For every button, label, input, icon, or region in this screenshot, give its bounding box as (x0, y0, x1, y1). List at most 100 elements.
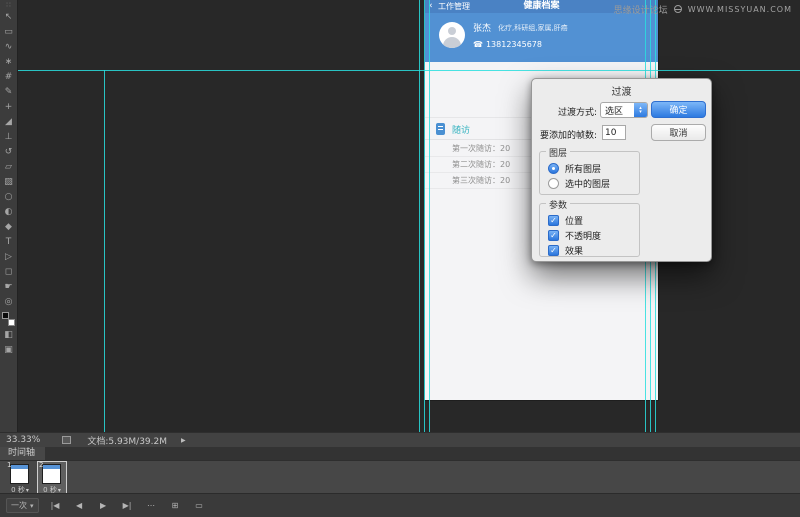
globe-icon (673, 5, 682, 13)
stamp-tool-icon[interactable]: ⊥ (1, 130, 17, 145)
frames-to-add-label: 要添加的帧数: (540, 131, 598, 141)
layers-group: 图层 所有图层 选中的图层 (539, 146, 640, 195)
animation-frame-1[interactable]: 1 0 秒▾ (6, 461, 34, 494)
blur-tool-icon[interactable]: ○ (1, 190, 17, 205)
crop-tool-icon[interactable]: # (1, 70, 17, 85)
move-tool-icon[interactable]: ↖ (1, 10, 17, 25)
loop-value: 一次 (11, 501, 27, 510)
timeline-panel-header: 时间轴 (0, 447, 800, 460)
path-select-tool-icon[interactable]: ▷ (1, 250, 17, 265)
ok-button[interactable]: 确定 (651, 101, 706, 118)
background-color-swatch[interactable] (8, 319, 15, 326)
frame-number: 1 (7, 461, 12, 469)
gradient-tool-icon[interactable]: ▨ (1, 175, 17, 190)
frames-count-input[interactable] (602, 125, 626, 140)
radio-dot (552, 167, 555, 170)
dodge-tool-icon[interactable]: ◐ (1, 205, 17, 220)
next-frame-button[interactable]: ▶| (120, 501, 135, 510)
healing-tool-icon[interactable]: + (1, 100, 17, 115)
prev-frame-button[interactable]: ◀ (72, 501, 87, 510)
patient-tags: 化疗,科研组,家属,肝癌 (498, 24, 568, 32)
phone-icon: ☎ (473, 40, 483, 49)
selected-layers-option[interactable]: 选中的图层 (548, 176, 639, 191)
effects-label: 效果 (565, 247, 584, 257)
mockup-user-banner: 张杰 化疗,科研组,家属,肝癌 ☎ 13812345678 (425, 13, 658, 62)
tween-with-label: 过渡方式: (557, 108, 597, 118)
followup-row-3: 第三次随访：20 (452, 176, 511, 185)
selected-layers-radio[interactable] (548, 178, 559, 189)
frame-thumbnail[interactable] (10, 464, 29, 484)
followup-row-2: 第二次随访：20 (452, 160, 511, 169)
watermark-cn-text: 思缘设计论坛 (613, 5, 668, 16)
phone-number: 13812345678 (485, 40, 542, 49)
cancel-button[interactable]: 取消 (651, 124, 706, 141)
tween-dialog: 过渡 过渡方式: 选区 ▴ ▾ 确定 要添加的帧数: 取消 图层 所有图层 选中… (531, 78, 712, 262)
pen-tool-icon[interactable]: ◆ (1, 220, 17, 235)
delete-frame-button[interactable]: ▭ (192, 501, 207, 510)
lasso-tool-icon[interactable]: ∿ (1, 40, 17, 55)
vertical-guide[interactable] (104, 70, 105, 432)
brush-tool-icon[interactable]: ◢ (1, 115, 17, 130)
tween-button[interactable]: ⋯ (144, 501, 159, 510)
patient-phone: ☎ 13812345678 (473, 40, 542, 49)
document-size-info: 文档:5.93M/39.2M (87, 436, 168, 447)
timeline-controls: 一次 ▾ |◀ ◀ ▶ ▶| ⋯ ⊞ ▭ (0, 493, 800, 517)
stepper-down-icon: ▾ (639, 109, 642, 115)
position-label: 位置 (565, 217, 584, 227)
effects-checkbox[interactable]: ✓ (548, 245, 559, 256)
loop-selector[interactable]: 一次 ▾ (6, 498, 39, 513)
horizontal-guide[interactable] (18, 70, 800, 71)
patient-name: 张杰 (473, 24, 492, 34)
quick-mask-icon[interactable]: ◧ (1, 328, 17, 343)
all-layers-label: 所有图层 (565, 165, 602, 175)
marquee-tool-icon[interactable]: ▭ (1, 25, 17, 40)
first-frame-button[interactable]: |◀ (48, 501, 63, 510)
history-brush-tool-icon[interactable]: ↺ (1, 145, 17, 160)
followup-row-1: 第一次随访：20 (452, 144, 511, 153)
foreground-color-swatch[interactable] (2, 312, 9, 319)
zoom-tool-icon[interactable]: ◎ (1, 295, 17, 310)
position-option[interactable]: ✓ 位置 (548, 213, 639, 228)
frame-thumbnail[interactable] (42, 464, 61, 484)
magic-wand-tool-icon[interactable]: ∗ (1, 55, 17, 70)
position-checkbox[interactable]: ✓ (548, 215, 559, 226)
timeline-frames-area: 1 0 秒▾ 2 0 秒▾ (0, 460, 800, 494)
color-swatches[interactable] (2, 312, 15, 326)
vertical-guide[interactable] (424, 0, 425, 432)
duplicate-frame-button[interactable]: ⊞ (168, 501, 183, 510)
all-layers-option[interactable]: 所有图层 (548, 161, 639, 176)
hand-tool-icon[interactable]: ☛ (1, 280, 17, 295)
dialog-title[interactable]: 过渡 (532, 83, 711, 98)
toolbar-grip-icon[interactable]: ∷ (1, 0, 17, 10)
screen-mode-icon[interactable]: ▣ (1, 343, 17, 358)
watermark-en-text: WWW.MISSYUAN.COM (687, 4, 792, 14)
all-layers-radio[interactable] (548, 163, 559, 174)
photoshop-window: ∷ ↖ ▭ ∿ ∗ # ✎ + ◢ ⊥ ↺ ▱ ▨ ○ ◐ ◆ T ▷ ◻ ☛ … (0, 0, 800, 517)
tween-with-select[interactable]: 选区 ▴ ▾ (600, 102, 648, 118)
thumb-header-strip (11, 465, 28, 469)
play-button[interactable]: ▶ (96, 501, 111, 510)
frame-number: 2 (39, 461, 44, 469)
vertical-guide[interactable] (419, 0, 420, 432)
status-doc-icon (62, 436, 72, 444)
vertical-guide[interactable] (429, 0, 430, 432)
thumb-header-strip (43, 465, 60, 469)
loop-caret-icon: ▾ (30, 501, 34, 510)
zoom-level-field[interactable]: 33.33% (6, 435, 40, 445)
status-bar: 33.33% 文档:5.93M/39.2M ▶ (0, 432, 800, 447)
effects-option[interactable]: ✓ 效果 (548, 243, 639, 258)
parameters-group: 参数 ✓ 位置 ✓ 不透明度 ✓ 效果 (539, 198, 640, 258)
type-tool-icon[interactable]: T (1, 235, 17, 250)
opacity-checkbox[interactable]: ✓ (548, 230, 559, 241)
eyedropper-tool-icon[interactable]: ✎ (1, 85, 17, 100)
layers-group-label: 图层 (546, 146, 571, 159)
shape-tool-icon[interactable]: ◻ (1, 265, 17, 280)
eraser-tool-icon[interactable]: ▱ (1, 160, 17, 175)
opacity-option[interactable]: ✓ 不透明度 (548, 228, 639, 243)
tab-timeline[interactable]: 时间轴 (0, 447, 46, 460)
status-menu-arrow-icon[interactable]: ▶ (181, 437, 186, 444)
opacity-label: 不透明度 (565, 232, 602, 242)
avatar (439, 22, 465, 48)
animation-frame-2[interactable]: 2 0 秒▾ (37, 461, 67, 494)
site-watermark: 思缘设计论坛 WWW.MISSYUAN.COM (613, 3, 792, 16)
